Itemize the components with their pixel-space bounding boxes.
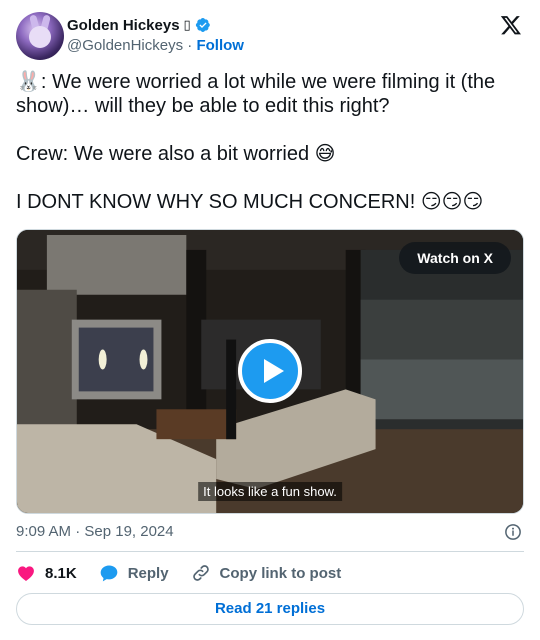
info-icon[interactable] — [504, 523, 522, 541]
copy-link-label: Copy link to post — [219, 564, 342, 582]
user-block: Golden Hickeys ▯ @GoldenHickeys · Follow — [67, 15, 244, 57]
like-count: 8.1K — [45, 564, 77, 582]
action-bar: 8.1K Reply Copy link to post — [16, 562, 363, 584]
tweet-header: Golden Hickeys ▯ @GoldenHickeys · Follow — [16, 12, 524, 60]
link-icon — [192, 565, 209, 581]
name-row: Golden Hickeys ▯ — [67, 15, 244, 35]
watch-on-x-button[interactable]: Watch on X — [399, 242, 511, 274]
video-player[interactable]: Watch on X It looks like a fun show. — [16, 229, 524, 514]
reply-label: Reply — [127, 564, 169, 582]
timestamp[interactable]: 9:09 AM · Sep 19, 2024 — [16, 523, 174, 540]
avatar-face — [29, 26, 51, 48]
timestamp-row: 9:09 AM · Sep 19, 2024 — [16, 523, 524, 543]
follow-link[interactable]: Follow — [196, 37, 244, 54]
play-button[interactable] — [238, 339, 302, 403]
avatar[interactable] — [16, 12, 64, 60]
read-replies-button[interactable]: Read 21 replies — [16, 593, 524, 625]
verified-badge-icon — [195, 18, 210, 32]
tweet-line: 🐰: We were worried a lot while we were f… — [16, 71, 496, 117]
tweet-line: Crew: We were also a bit worried 😅 — [16, 143, 336, 165]
divider — [16, 551, 524, 552]
handle[interactable]: @GoldenHickeys — [67, 37, 183, 54]
tweet-line: I DONT KNOW WHY SO MUCH CONCERN! 😏😏😏 — [16, 191, 484, 213]
heart-icon — [18, 566, 34, 581]
display-name[interactable]: Golden Hickeys — [67, 17, 180, 34]
video-caption: It looks like a fun show. — [198, 482, 342, 501]
tweet-text: 🐰: We were worried a lot while we were f… — [16, 70, 524, 214]
play-icon — [264, 359, 284, 383]
separator: · — [187, 37, 193, 54]
reply-button[interactable]: Reply — [99, 563, 169, 583]
handle-row: @GoldenHickeys · Follow — [67, 37, 244, 57]
copy-link-button[interactable]: Copy link to post — [191, 563, 342, 583]
name-emoji: ▯ — [183, 17, 191, 32]
x-logo-icon[interactable] — [500, 14, 522, 36]
reply-bubble-icon — [100, 565, 118, 582]
like-button[interactable]: 8.1K — [16, 563, 77, 583]
